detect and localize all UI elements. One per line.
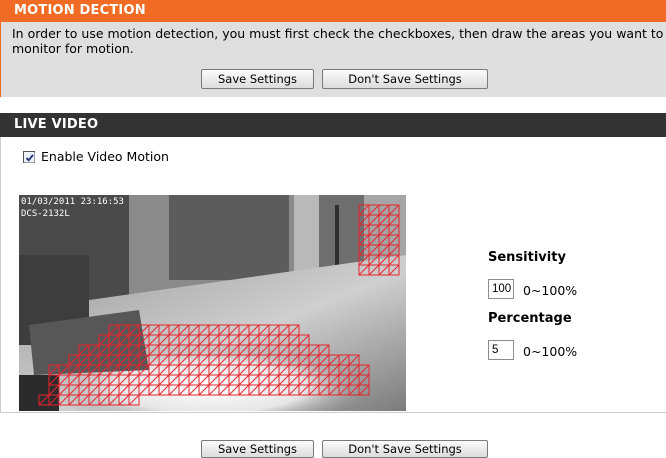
motion-detection-header: MOTION DECTION [0, 0, 666, 22]
save-settings-button[interactable]: Save Settings [201, 69, 314, 89]
live-video-feed[interactable]: 01/03/2011 23:16:53 DCS-2132L [19, 195, 406, 411]
percentage-input[interactable] [488, 340, 514, 360]
footer-dont-save-settings-button[interactable]: Don't Save Settings [322, 440, 488, 458]
percentage-range: 0~100% [523, 344, 578, 359]
live-video-header: LIVE VIDEO [0, 113, 666, 137]
footer-save-settings-button[interactable]: Save Settings [201, 440, 314, 458]
enable-video-motion-label: Enable Video Motion [41, 149, 169, 164]
sensitivity-range: 0~100% [523, 283, 578, 298]
motion-detection-description: In order to use motion detection, you mu… [12, 26, 664, 56]
enable-video-motion-checkbox[interactable] [23, 151, 35, 163]
percentage-label: Percentage [488, 311, 572, 326]
video-frame: 01/03/2011 23:16:53 DCS-2132L [19, 195, 406, 411]
sensitivity-input[interactable] [488, 279, 514, 299]
dont-save-settings-button[interactable]: Don't Save Settings [322, 69, 488, 89]
sensitivity-label: Sensitivity [488, 250, 566, 265]
video-timestamp-overlay: 01/03/2011 23:16:53 [21, 197, 124, 207]
checkbox-checked-icon [24, 152, 35, 163]
video-model-overlay: DCS-2132L [21, 209, 70, 219]
